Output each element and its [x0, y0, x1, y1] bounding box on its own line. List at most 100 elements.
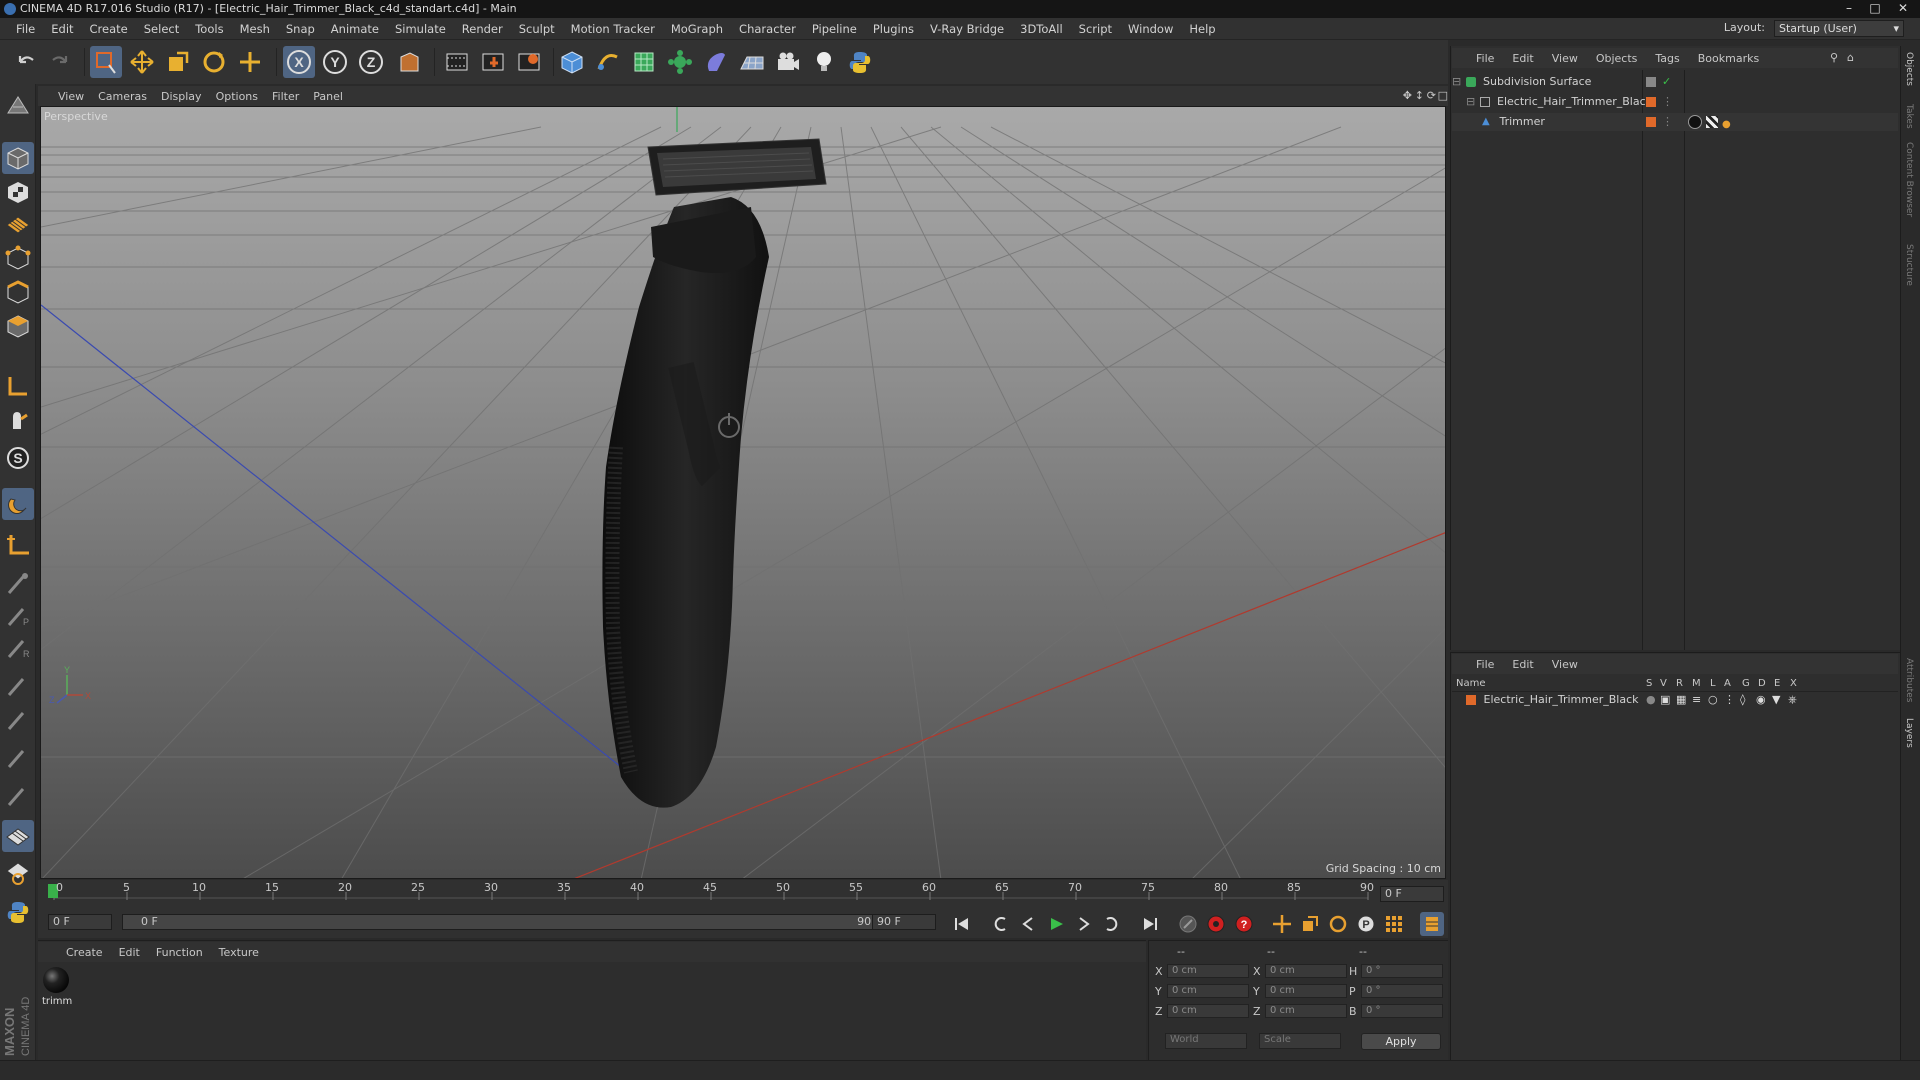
- material-menu-texture[interactable]: Texture: [219, 946, 259, 959]
- animation-toggle-icon[interactable]: ⋮: [1724, 691, 1735, 709]
- side-tab-structure[interactable]: Structure: [1904, 244, 1914, 286]
- brush-icon[interactable]: [2, 568, 34, 600]
- polygons-mode-icon[interactable]: [2, 310, 34, 342]
- rotate-view-icon[interactable]: ⟳: [1427, 89, 1436, 102]
- side-tab-attributes[interactable]: Attributes: [1904, 658, 1914, 702]
- previous-key-icon[interactable]: [988, 912, 1012, 936]
- rotation-p-field[interactable]: 0 °: [1361, 984, 1443, 998]
- sculpt-icon[interactable]: [2, 704, 34, 736]
- home-icon[interactable]: ⌂: [1847, 51, 1854, 64]
- layer-color-icon[interactable]: [1646, 117, 1656, 127]
- locked-toggle-icon[interactable]: ○: [1708, 691, 1718, 709]
- sculpt-icon[interactable]: [2, 670, 34, 702]
- scale-icon[interactable]: [162, 46, 194, 78]
- visibility-dots-icon[interactable]: ⋮: [1662, 93, 1673, 111]
- column-header[interactable]: S: [1646, 678, 1652, 689]
- size-x-field[interactable]: 0 cm: [1265, 964, 1347, 978]
- material-tag-icon[interactable]: [1688, 115, 1702, 129]
- scale-key-icon[interactable]: [1298, 912, 1322, 936]
- sculpt-icon[interactable]: R: [2, 632, 34, 664]
- edges-mode-icon[interactable]: [2, 276, 34, 308]
- visible-toggle-icon[interactable]: ▣: [1660, 691, 1670, 709]
- go-to-end-icon[interactable]: [1138, 912, 1162, 936]
- layers-menu-file[interactable]: File: [1476, 658, 1494, 671]
- timeline-icon[interactable]: [1420, 912, 1444, 936]
- rotation-key-icon[interactable]: [1326, 912, 1350, 936]
- maximize-view-icon[interactable]: □: [1438, 89, 1448, 102]
- layout-select[interactable]: Startup (User) ▾: [1774, 20, 1904, 37]
- autokey-icon[interactable]: [1204, 912, 1228, 936]
- model-mode-icon[interactable]: [2, 142, 34, 174]
- menu-animate[interactable]: Animate: [323, 22, 387, 36]
- column-header[interactable]: Name: [1456, 678, 1486, 689]
- menu-file[interactable]: File: [8, 22, 43, 36]
- render-toggle-icon[interactable]: ▦: [1676, 691, 1686, 709]
- side-tab-content-browser[interactable]: Content Browser: [1904, 142, 1914, 217]
- menu-motion-tracker[interactable]: Motion Tracker: [563, 22, 663, 36]
- menu-sculpt[interactable]: Sculpt: [511, 22, 563, 36]
- size-mode-select[interactable]: Scale: [1259, 1033, 1341, 1049]
- parameter-key-icon[interactable]: P: [1354, 912, 1378, 936]
- timeline-ruler[interactable]: 0 5 10 15 20 25 30 35 40 45 50 55 60 65 …: [38, 880, 1448, 908]
- menu-render[interactable]: Render: [454, 22, 511, 36]
- viewport-menu-filter[interactable]: Filter: [272, 90, 309, 103]
- side-tab-takes[interactable]: Takes: [1904, 104, 1914, 129]
- menu-edit[interactable]: Edit: [43, 22, 81, 36]
- column-header[interactable]: V: [1660, 678, 1667, 689]
- rotation-b-field[interactable]: 0 °: [1361, 1004, 1443, 1018]
- points-mode-icon[interactable]: [2, 242, 34, 274]
- position-y-field[interactable]: 0 cm: [1167, 984, 1249, 998]
- menu-tools[interactable]: Tools: [187, 22, 231, 36]
- menu-vray-bridge[interactable]: V-Ray Bridge: [922, 22, 1012, 36]
- array-icon[interactable]: [664, 46, 696, 78]
- subdivision-surface-icon[interactable]: [628, 46, 660, 78]
- play-icon[interactable]: [1044, 912, 1068, 936]
- move-view-icon[interactable]: ✥: [1403, 89, 1412, 102]
- position-z-field[interactable]: 0 cm: [1167, 1004, 1249, 1018]
- size-z-field[interactable]: 0 cm: [1265, 1004, 1347, 1018]
- light-icon[interactable]: [808, 46, 840, 78]
- viewport-menu-display[interactable]: Display: [161, 90, 212, 103]
- pla-key-icon[interactable]: [1382, 912, 1406, 936]
- material-menu-edit[interactable]: Edit: [119, 946, 140, 959]
- close-icon[interactable]: ✕: [1890, 0, 1916, 16]
- objects-menu-file[interactable]: File: [1476, 52, 1494, 65]
- expressions-toggle-icon[interactable]: ▼: [1772, 691, 1780, 709]
- previous-frame-icon[interactable]: [1016, 912, 1040, 936]
- menu-help[interactable]: Help: [1181, 22, 1223, 36]
- menu-character[interactable]: Character: [731, 22, 804, 36]
- range-slider[interactable]: 0 F 90 F: [122, 914, 900, 930]
- solo-toggle-icon[interactable]: ●: [1646, 691, 1656, 709]
- x-axis-icon[interactable]: X: [283, 46, 315, 78]
- end-frame-field[interactable]: 90 F: [872, 914, 936, 930]
- axis-mode-icon[interactable]: [2, 370, 34, 402]
- object-row[interactable]: ⊟ Electric_Hair_Trimmer_Black ⋮: [1452, 93, 1898, 111]
- layers-menu-edit[interactable]: Edit: [1512, 658, 1533, 671]
- material-menu-create[interactable]: Create: [66, 946, 103, 959]
- texture-mode-icon[interactable]: [2, 176, 34, 208]
- column-header[interactable]: G: [1742, 678, 1750, 689]
- deformer-icon[interactable]: [700, 46, 732, 78]
- phong-tag-icon[interactable]: ●: [1722, 116, 1731, 134]
- rotation-h-field[interactable]: 0 °: [1361, 964, 1443, 978]
- coordinate-system-icon[interactable]: [393, 46, 425, 78]
- go-to-start-icon[interactable]: [950, 912, 974, 936]
- render-picture-viewer-icon[interactable]: [477, 46, 509, 78]
- perspective-viewport[interactable]: Y X Z: [40, 106, 1446, 879]
- position-key-icon[interactable]: [1270, 912, 1294, 936]
- start-frame-field[interactable]: 0 F: [48, 914, 112, 930]
- menu-3dtoall[interactable]: 3DToAll: [1012, 22, 1071, 36]
- menu-select[interactable]: Select: [136, 22, 187, 36]
- search-icon[interactable]: ⚲: [1830, 51, 1838, 64]
- camera-icon[interactable]: [772, 46, 804, 78]
- workplane-lock-icon[interactable]: [2, 820, 34, 852]
- side-tab-objects[interactable]: Objects: [1904, 52, 1914, 86]
- column-header[interactable]: M: [1692, 678, 1701, 689]
- menu-create[interactable]: Create: [82, 22, 136, 36]
- rotate-icon[interactable]: [198, 46, 230, 78]
- sculpt-icon[interactable]: P: [2, 600, 34, 632]
- menu-pipeline[interactable]: Pipeline: [804, 22, 865, 36]
- column-header[interactable]: E: [1774, 678, 1780, 689]
- floor-icon[interactable]: [736, 46, 768, 78]
- python-icon[interactable]: [2, 896, 34, 928]
